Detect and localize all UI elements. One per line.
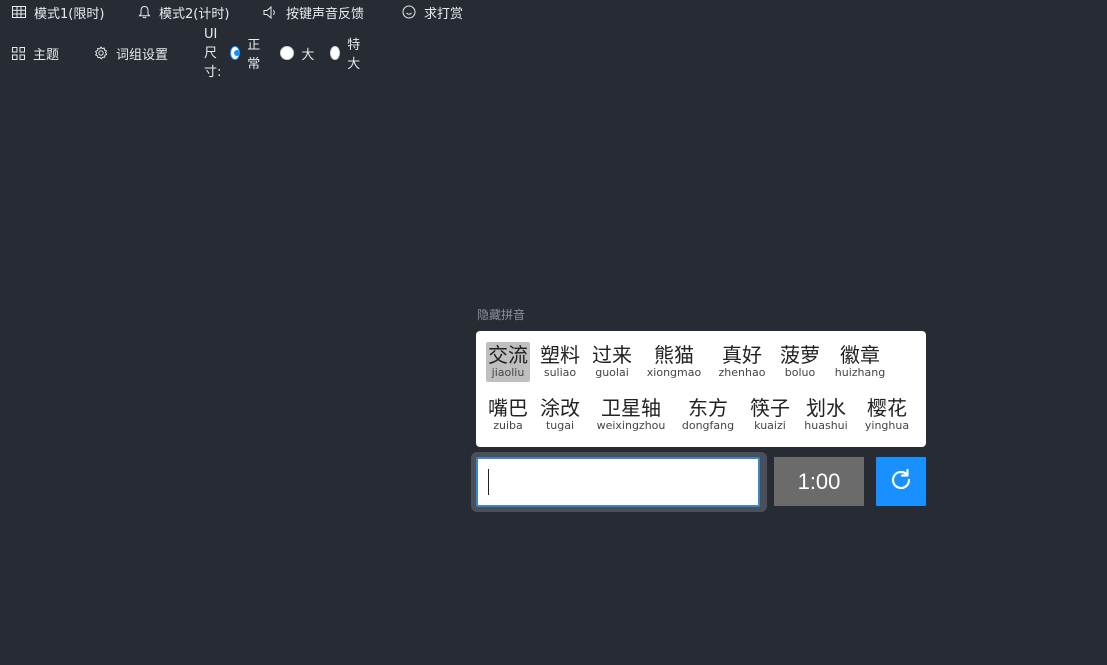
ui-size-xlarge-label: 特大	[347, 38, 361, 72]
text-caret	[488, 469, 489, 495]
word-pinyin: jiaoliu	[491, 366, 525, 379]
bell-icon	[138, 5, 151, 19]
refresh-icon	[888, 467, 914, 497]
word-pinyin: huashui	[804, 419, 848, 432]
word-item: 塑料 suliao	[538, 345, 582, 378]
mode1-label: 模式1(限时)	[34, 6, 105, 22]
word-item: 卫星轴 weixingzhou	[590, 398, 672, 431]
gear-icon	[94, 46, 108, 60]
word-hanzi: 划水	[806, 396, 846, 420]
typing-input-container	[471, 452, 767, 512]
word-pinyin: dongfang	[681, 419, 735, 432]
hide-pinyin-toggle[interactable]: 隐藏拼音	[477, 306, 525, 323]
donate-label: 求打赏	[424, 6, 464, 22]
word-item: 涂改 tugai	[538, 398, 582, 431]
word-item: 嘴巴 zuiba	[486, 398, 530, 431]
word-pinyin: xiongmao	[646, 366, 702, 379]
theme-menu-item[interactable]: 主题	[12, 44, 59, 63]
table-icon	[12, 6, 26, 18]
restart-button[interactable]	[876, 457, 926, 506]
word-panel: 交流 jiaoliu 塑料 suliao 过来 guolai 熊猫 xiongm…	[476, 331, 926, 447]
word-item: 真好 zhenhao	[714, 345, 770, 378]
mode2-menu-item[interactable]: 模式2(计时)	[138, 3, 229, 22]
word-hanzi: 塑料	[540, 343, 580, 367]
countdown-timer: 1:00	[774, 457, 864, 506]
word-hanzi: 樱花	[867, 396, 907, 420]
ui-size-label: UI尺寸:	[204, 26, 222, 80]
theme-label: 主题	[33, 47, 60, 63]
word-pinyin: suliao	[543, 366, 577, 379]
word-pinyin: weixingzhou	[596, 419, 666, 432]
typing-input[interactable]	[476, 457, 760, 507]
wordset-label: 词组设置	[116, 47, 169, 63]
mode2-label: 模式2(计时)	[159, 6, 230, 22]
word-item: 东方 dongfang	[678, 398, 738, 431]
radio-normal[interactable]	[230, 46, 241, 60]
smile-icon	[402, 5, 416, 19]
word-hanzi: 菠萝	[780, 343, 820, 367]
word-item: 交流 jiaoliu	[486, 342, 530, 382]
word-item: 过来 guolai	[590, 345, 634, 378]
word-hanzi: 东方	[688, 396, 728, 420]
word-pinyin: tugai	[545, 419, 575, 432]
word-pinyin: kuaizi	[754, 419, 786, 432]
ui-size-option-xlarge[interactable]: 特大	[330, 34, 364, 72]
word-hanzi: 涂改	[540, 396, 580, 420]
word-item: 樱花 yinghua	[860, 398, 914, 431]
word-hanzi: 真好	[722, 343, 762, 367]
word-pinyin: guolai	[595, 366, 629, 379]
wordset-menu-item[interactable]: 词组设置	[94, 44, 168, 63]
grid-icon	[12, 46, 25, 60]
word-item: 菠萝 boluo	[778, 345, 822, 378]
ui-size-radio-group: UI尺寸: 正常 大 特大	[204, 27, 364, 80]
ui-size-normal-label: 正常	[247, 38, 261, 72]
word-hanzi: 卫星轴	[601, 396, 661, 420]
word-hanzi: 交流	[488, 343, 528, 367]
sound-feedback-menu-item[interactable]: 按键声音反馈	[263, 3, 364, 22]
word-hanzi: 嘴巴	[488, 396, 528, 420]
word-item: 徽章 huizhang	[830, 345, 890, 378]
word-pinyin: zhenhao	[718, 366, 766, 379]
ui-size-option-normal[interactable]: 正常	[230, 34, 264, 72]
word-hanzi: 过来	[592, 343, 632, 367]
ui-size-large-label: 大	[301, 47, 315, 63]
word-pinyin: huizhang	[834, 366, 886, 379]
word-item: 划水 huashui	[800, 398, 852, 431]
word-item: 筷子 kuaizi	[748, 398, 792, 431]
donate-menu-item[interactable]: 求打赏	[402, 3, 463, 22]
word-pinyin: boluo	[784, 366, 816, 379]
word-pinyin: zuiba	[493, 419, 523, 432]
word-hanzi: 徽章	[840, 343, 880, 367]
radio-large[interactable]	[280, 46, 295, 60]
word-item: 熊猫 xiongmao	[642, 345, 706, 378]
ui-size-option-large[interactable]: 大	[280, 44, 314, 63]
word-hanzi: 熊猫	[654, 343, 694, 367]
radio-xlarge[interactable]	[330, 46, 341, 60]
word-hanzi: 筷子	[750, 396, 790, 420]
word-pinyin: yinghua	[864, 419, 910, 432]
mode1-menu-item[interactable]: 模式1(限时)	[12, 3, 104, 22]
speaker-icon	[263, 5, 278, 19]
sound-feedback-label: 按键声音反馈	[286, 6, 365, 22]
